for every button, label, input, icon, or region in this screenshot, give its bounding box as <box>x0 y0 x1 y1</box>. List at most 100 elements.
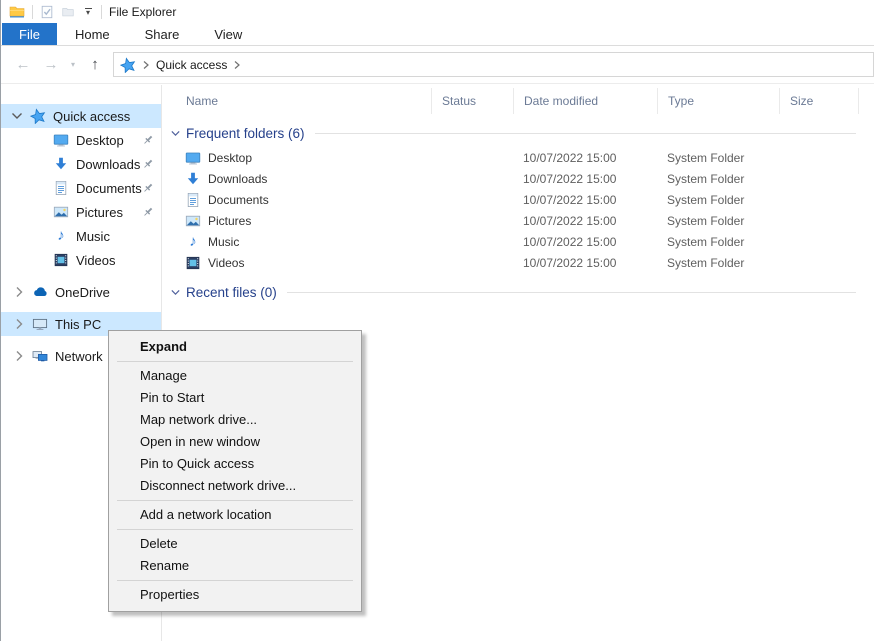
sidebar-item-videos[interactable]: Videos <box>1 248 161 272</box>
context-menu-item-add-network-location[interactable]: Add a network location <box>109 504 361 526</box>
chevron-right-icon[interactable] <box>11 284 27 300</box>
breadcrumb-chevron-icon[interactable] <box>141 60 151 70</box>
documents-icon <box>185 192 201 208</box>
desktop-icon <box>53 132 69 148</box>
sidebar-item-downloads[interactable]: Downloads <box>1 152 161 176</box>
row-name: Videos <box>208 256 244 270</box>
chevron-down-icon[interactable] <box>9 108 25 124</box>
pin-icon[interactable] <box>141 157 155 171</box>
sidebar-item-quick-access[interactable]: Quick access <box>1 104 161 128</box>
sidebar-item-label: Network <box>55 349 103 364</box>
context-menu-item-rename[interactable]: Rename <box>109 555 361 577</box>
breadcrumb-chevron-icon[interactable] <box>232 60 242 70</box>
context-menu-item-open-in-new-window[interactable]: Open in new window <box>109 431 361 453</box>
pictures-icon <box>185 213 201 229</box>
column-header-status[interactable]: Status <box>431 88 513 114</box>
row-type: System Folder <box>657 235 779 249</box>
onedrive-cloud-icon <box>32 284 48 300</box>
chevron-right-icon[interactable] <box>11 316 27 332</box>
row-type: System Folder <box>657 172 779 186</box>
title-bar: ▾ File Explorer <box>1 0 874 23</box>
table-row[interactable]: Pictures 10/07/2022 15:00 System Folder <box>162 210 874 231</box>
customize-toolbar-dropdown-icon[interactable]: ▾ <box>82 8 94 16</box>
table-row[interactable]: Desktop 10/07/2022 15:00 System Folder <box>162 147 874 168</box>
context-menu-item-delete[interactable]: Delete <box>109 533 361 555</box>
group-rule <box>315 133 856 134</box>
context-menu-item-pin-to-start[interactable]: Pin to Start <box>109 387 361 409</box>
ribbon-tab-bar: File Home Share View <box>1 23 874 46</box>
table-row[interactable]: ♪ Music 10/07/2022 15:00 System Folder <box>162 231 874 252</box>
table-row[interactable]: Downloads 10/07/2022 15:00 System Folder <box>162 168 874 189</box>
column-header-name[interactable]: Name <box>162 88 431 114</box>
group-header-frequent-folders[interactable]: Frequent folders (6) <box>162 123 874 143</box>
row-date-modified: 10/07/2022 15:00 <box>513 214 657 228</box>
sidebar-item-label: This PC <box>55 317 101 332</box>
pin-icon[interactable] <box>141 181 155 195</box>
sidebar-item-documents[interactable]: Documents <box>1 176 161 200</box>
tab-home[interactable]: Home <box>58 23 127 45</box>
back-icon[interactable]: ← <box>11 53 35 77</box>
row-date-modified: 10/07/2022 15:00 <box>513 151 657 165</box>
chevron-down-icon[interactable] <box>169 127 182 140</box>
column-header-spacer <box>858 88 874 114</box>
row-name: Downloads <box>208 172 267 186</box>
column-headers: Name Status Date modified Type Size <box>162 88 874 114</box>
context-menu-item-manage[interactable]: Manage <box>109 365 361 387</box>
context-menu-separator <box>117 580 353 581</box>
column-header-size[interactable]: Size <box>779 88 858 114</box>
recent-locations-dropdown-icon[interactable]: ▾ <box>67 60 79 69</box>
column-header-date-modified[interactable]: Date modified <box>513 88 657 114</box>
titlebar-separator <box>101 5 102 19</box>
row-type: System Folder <box>657 193 779 207</box>
context-menu-item-disconnect-network-drive[interactable]: Disconnect network drive... <box>109 475 361 497</box>
sidebar-item-music[interactable]: ♪ Music <box>1 224 161 248</box>
forward-icon[interactable]: → <box>39 53 63 77</box>
network-icon <box>32 348 48 364</box>
context-menu: Expand Manage Pin to Start Map network d… <box>108 330 362 612</box>
downloads-icon <box>53 156 69 172</box>
pin-icon[interactable] <box>141 205 155 219</box>
tab-view[interactable]: View <box>197 23 259 45</box>
row-date-modified: 10/07/2022 15:00 <box>513 235 657 249</box>
videos-icon <box>53 252 69 268</box>
dropdown-arrow-glyph: ▾ <box>86 9 90 16</box>
documents-icon <box>53 180 69 196</box>
address-bar[interactable]: Quick access <box>113 52 874 77</box>
chevron-right-icon[interactable] <box>11 348 27 364</box>
sidebar-item-label: Pictures <box>76 205 123 220</box>
pictures-icon <box>53 204 69 220</box>
tab-share[interactable]: Share <box>128 23 197 45</box>
sidebar-item-label: Videos <box>76 253 116 268</box>
breadcrumb-segment[interactable]: Quick access <box>156 58 227 72</box>
quick-access-star-icon <box>30 108 46 124</box>
context-menu-item-expand[interactable]: Expand <box>109 336 361 358</box>
context-menu-item-pin-to-quick-access[interactable]: Pin to Quick access <box>109 453 361 475</box>
row-name: Music <box>208 235 239 249</box>
chevron-down-icon[interactable] <box>169 286 182 299</box>
group-label: Recent files (0) <box>186 285 277 300</box>
context-menu-item-map-network-drive[interactable]: Map network drive... <box>109 409 361 431</box>
sidebar-item-label: Downloads <box>76 157 140 172</box>
row-type: System Folder <box>657 151 779 165</box>
row-name: Documents <box>208 193 269 207</box>
sidebar-item-onedrive[interactable]: OneDrive <box>1 280 161 304</box>
sidebar-item-desktop[interactable]: Desktop <box>1 128 161 152</box>
pin-icon[interactable] <box>141 133 155 147</box>
properties-check-icon[interactable] <box>40 5 54 19</box>
table-row[interactable]: Documents 10/07/2022 15:00 System Folder <box>162 189 874 210</box>
column-header-type[interactable]: Type <box>657 88 779 114</box>
quick-access-star-icon <box>120 57 136 73</box>
row-date-modified: 10/07/2022 15:00 <box>513 172 657 186</box>
group-header-recent-files[interactable]: Recent files (0) <box>162 282 874 302</box>
context-menu-item-properties[interactable]: Properties <box>109 584 361 606</box>
new-folder-icon[interactable] <box>61 5 75 19</box>
desktop-icon <box>185 150 201 166</box>
window-title: File Explorer <box>109 5 176 19</box>
row-date-modified: 10/07/2022 15:00 <box>513 256 657 270</box>
sidebar-item-pictures[interactable]: Pictures <box>1 200 161 224</box>
tab-file[interactable]: File <box>2 23 57 45</box>
group-rule <box>287 292 856 293</box>
up-icon[interactable]: ↑ <box>83 53 107 77</box>
table-row[interactable]: Videos 10/07/2022 15:00 System Folder <box>162 252 874 273</box>
file-explorer-window: ▾ File Explorer File Home Share View ← →… <box>0 0 874 641</box>
